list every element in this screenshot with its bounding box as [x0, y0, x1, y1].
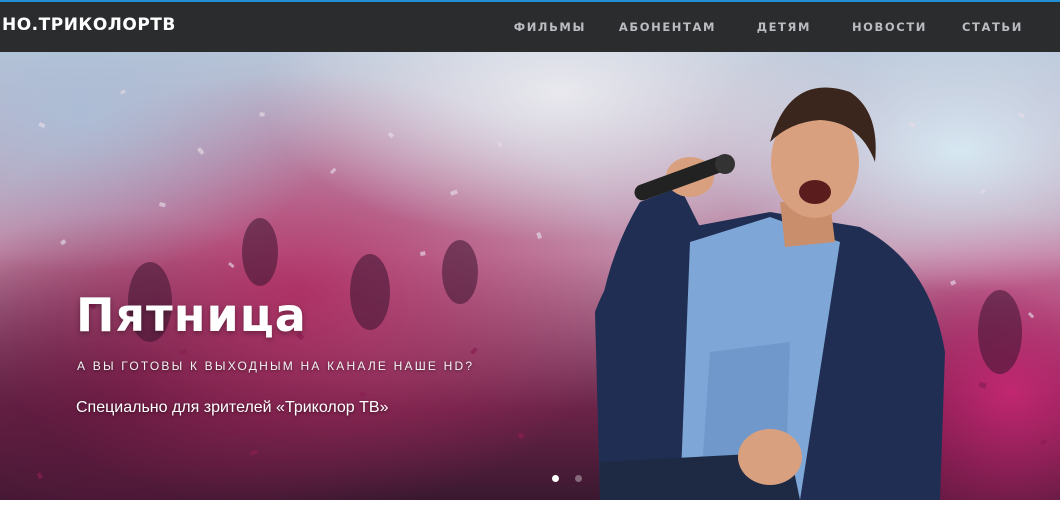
- site-header: НО.ТРИКОЛОРТВ ФИЛЬМЫ АБОНЕНТАМ ДЕТЯМ НОВ…: [0, 2, 1060, 52]
- hero-slider[interactable]: Пятница А ВЫ ГОТОВЫ К ВЫХОДНЫМ НА КАНАЛЕ…: [0, 52, 1060, 500]
- nav-item-films[interactable]: ФИЛЬМЫ: [514, 20, 586, 34]
- hero-title: Пятница: [76, 288, 307, 342]
- nav-item-articles[interactable]: СТАТЬИ: [962, 20, 1023, 34]
- site-logo[interactable]: НО.ТРИКОЛОРТВ: [2, 15, 176, 35]
- nav-item-news[interactable]: НОВОСТИ: [852, 20, 927, 34]
- singer-image: [595, 87, 945, 500]
- nav-item-subscribers[interactable]: АБОНЕНТАМ: [619, 20, 716, 34]
- hero-subtitle: А ВЫ ГОТОВЫ К ВЫХОДНЫМ НА КАНАЛЕ НАШЕ HD…: [77, 359, 475, 373]
- slider-pagination: [552, 475, 598, 482]
- hero-text: Специально для зрителей «Триколор ТВ»: [76, 399, 389, 416]
- nav-item-kids[interactable]: ДЕТЯМ: [757, 20, 811, 34]
- slider-dot-active[interactable]: [552, 475, 559, 482]
- slider-dot[interactable]: [575, 475, 582, 482]
